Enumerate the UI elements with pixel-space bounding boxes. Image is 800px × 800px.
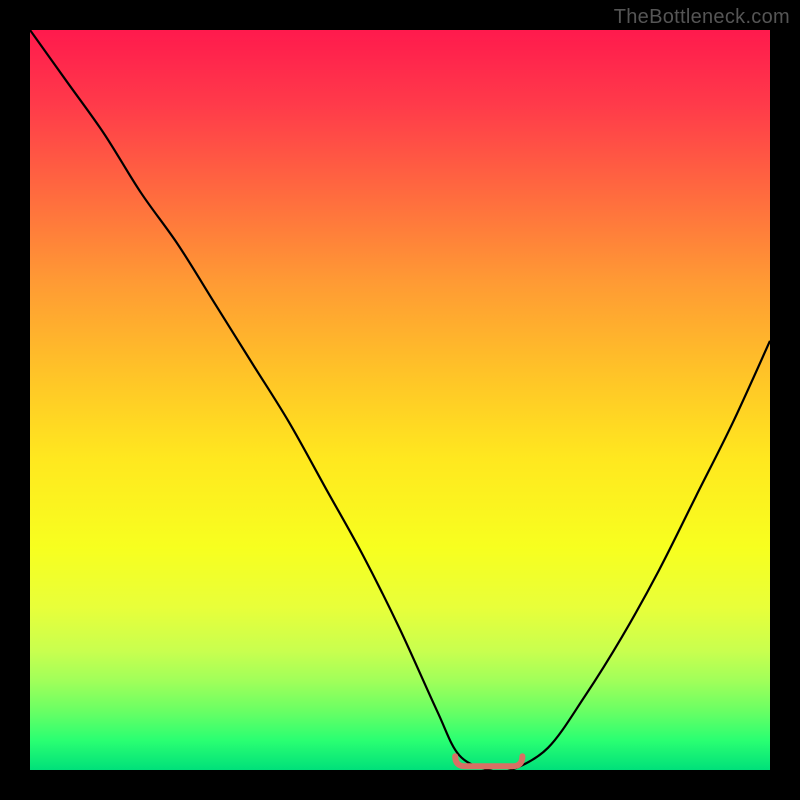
plot-area [30, 30, 770, 770]
bottleneck-curve [30, 30, 770, 772]
chart-container: TheBottleneck.com [0, 0, 800, 800]
chart-svg [30, 30, 770, 770]
watermark-text: TheBottleneck.com [614, 6, 790, 29]
